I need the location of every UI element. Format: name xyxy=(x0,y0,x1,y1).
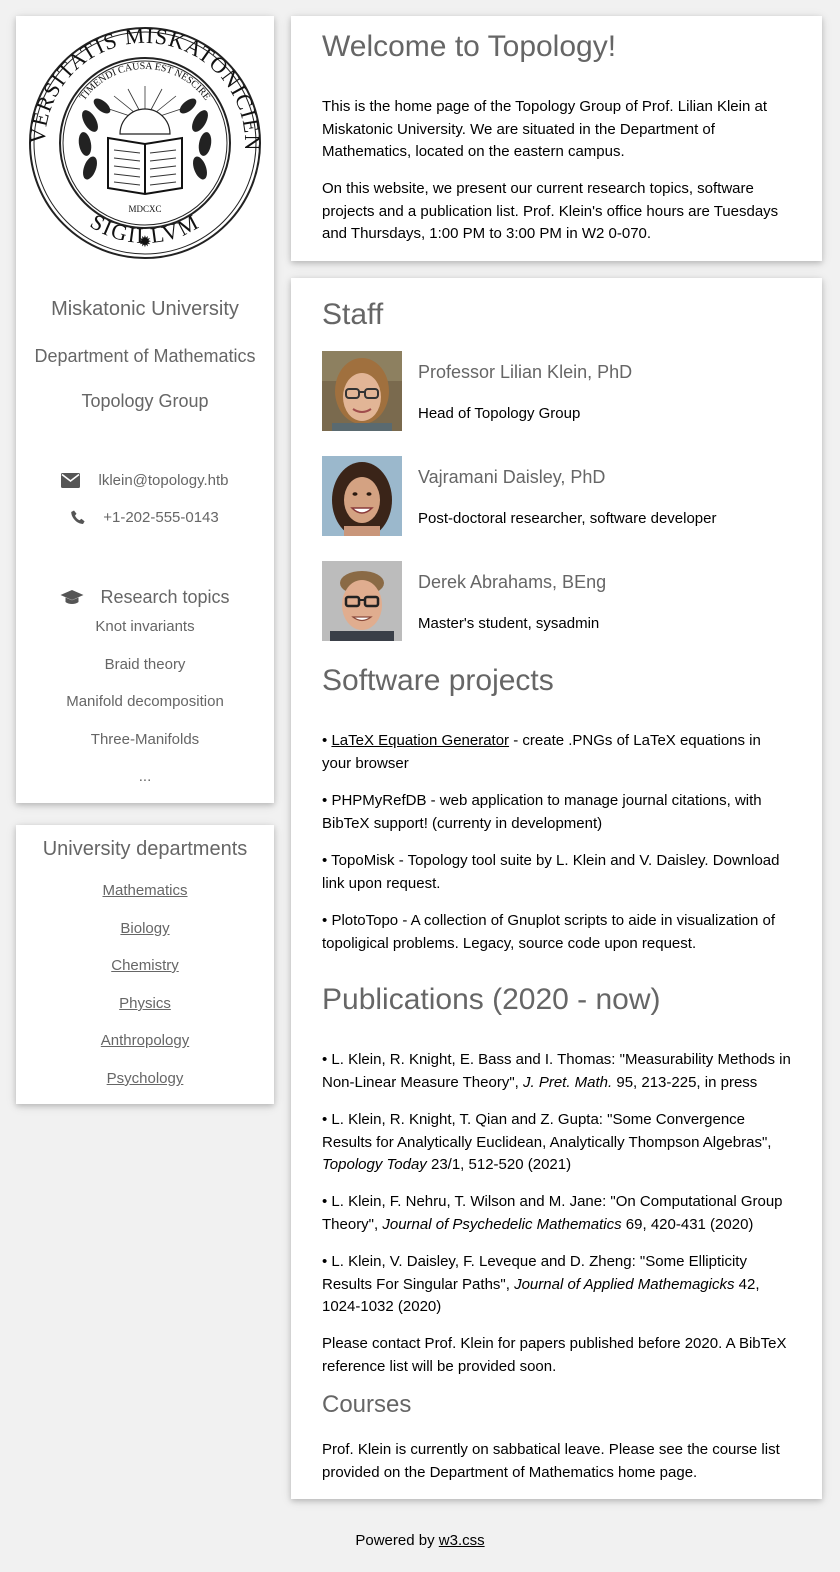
publication-details: 23/1, 512-520 (2021) xyxy=(426,1156,572,1173)
envelope-icon xyxy=(61,473,81,488)
departments-card: University departments Mathematics Biolo… xyxy=(16,825,274,1104)
dept-link-physics[interactable]: Physics xyxy=(16,995,274,1012)
university-seal-logo: UNIVERSITATIS MISKATONICIENSIS SIGILLVM … xyxy=(28,26,262,259)
graduation-cap-icon xyxy=(60,590,84,604)
footer: Powered by w3.css xyxy=(0,1532,840,1549)
publication-details: 95, 213-225, in press xyxy=(612,1073,758,1091)
software-item-text: TopoMisk - Topology tool suite by L. Kle… xyxy=(322,852,780,892)
staff-role: Head of Topology Group xyxy=(418,405,581,422)
bullet: • xyxy=(322,732,328,749)
dept-link-mathematics[interactable]: Mathematics xyxy=(16,882,274,899)
topic-item: Manifold decomposition xyxy=(66,693,224,710)
software-item: • TopoMisk - Topology tool suite by L. K… xyxy=(322,850,792,895)
topic-item: Knot invariants xyxy=(95,618,195,635)
staff-role: Post-doctoral researcher, software devel… xyxy=(418,510,717,527)
topic-item: Three-Manifolds xyxy=(90,731,200,748)
latex-equation-generator-link[interactable]: LaTeX Equation Generator xyxy=(331,732,509,749)
publication-authors-title: • L. Klein, R. Knight, T. Qian and Z. Gu… xyxy=(322,1111,772,1151)
dept-link-biology[interactable]: Biology xyxy=(16,920,274,937)
dept-link-anthropology[interactable]: Anthropology xyxy=(16,1032,274,1049)
publications-heading: Publications (2020 - now) xyxy=(322,983,661,1016)
svg-text:✹: ✹ xyxy=(138,234,151,251)
research-topics-label: Research topics xyxy=(100,587,230,607)
research-topics-heading: Research topics xyxy=(16,587,274,608)
software-item: • PlotoTopo - A collection of Gnuplot sc… xyxy=(322,910,792,955)
publication-journal: Journal of Applied Mathemagicks xyxy=(514,1275,735,1293)
svg-text:MDCXC: MDCXC xyxy=(128,204,161,214)
publication-details: 69, 420-431 (2020) xyxy=(621,1215,754,1233)
welcome-card: Welcome to Topology! This is the home pa… xyxy=(291,16,822,261)
software-item-text: PHPMyRefDB - web application to manage j… xyxy=(322,792,762,832)
welcome-title: Welcome to Topology! xyxy=(322,30,617,63)
w3css-link[interactable]: w3.css xyxy=(439,1532,485,1549)
courses-text: Prof. Klein is currently on sabbatical l… xyxy=(322,1441,780,1481)
staff-name: Vajramani Daisley, PhD xyxy=(418,467,606,487)
software-heading: Software projects xyxy=(322,664,554,697)
publications-note: Please contact Prof. Klein for papers pu… xyxy=(322,1335,787,1375)
sidebar-card: UNIVERSITATIS MISKATONICIENSIS SIGILLVM … xyxy=(16,16,274,803)
software-item: • PHPMyRefDB - web application to manage… xyxy=(322,790,792,835)
department-name: Department of Mathematics xyxy=(34,346,256,366)
staff-role: Master's student, sysadmin xyxy=(418,615,600,632)
dept-link-psychology[interactable]: Psychology xyxy=(16,1070,274,1087)
bullet: • xyxy=(322,792,328,809)
welcome-paragraph: This is the home page of the Topology Gr… xyxy=(322,98,767,160)
contact-phone: +1-202-555-0143 xyxy=(16,509,274,526)
publication-item: • L. Klein, R. Knight, E. Bass and I. Th… xyxy=(322,1049,792,1094)
software-item: • LaTeX Equation Generator - create .PNG… xyxy=(322,730,792,775)
publication-item: • L. Klein, R. Knight, T. Qian and Z. Gu… xyxy=(322,1109,792,1177)
staff-photo-daisley xyxy=(322,456,402,536)
footer-prefix: Powered by xyxy=(355,1532,439,1549)
courses-heading: Courses xyxy=(322,1391,412,1418)
bullet: • xyxy=(322,852,328,869)
departments-heading: University departments xyxy=(42,838,248,860)
software-item-text: PlotoTopo - A collection of Gnuplot scri… xyxy=(322,912,776,952)
bullet: • xyxy=(322,912,328,929)
topic-item: ... xyxy=(138,768,152,785)
main-card: Staff Professor Lilian Klein, PhD Head o… xyxy=(291,278,822,1499)
topic-item: Braid theory xyxy=(104,656,186,673)
welcome-paragraph: On this website, we present our current … xyxy=(322,180,779,242)
publication-item: • L. Klein, F. Nehru, T. Wilson and M. J… xyxy=(322,1191,792,1236)
dept-link-chemistry[interactable]: Chemistry xyxy=(16,957,274,974)
contact-email: lklein@topology.htb xyxy=(16,472,274,489)
phone-text: +1-202-555-0143 xyxy=(103,509,219,526)
staff-photo-abrahams xyxy=(322,561,402,641)
publication-journal: J. Pret. Math. xyxy=(522,1073,613,1091)
university-name: Miskatonic University xyxy=(51,298,239,320)
phone-icon xyxy=(71,510,85,524)
staff-name: Professor Lilian Klein, PhD xyxy=(418,362,633,382)
email-text: lklein@topology.htb xyxy=(98,472,229,489)
staff-photo-klein xyxy=(322,351,402,431)
staff-name: Derek Abrahams, BEng xyxy=(418,572,607,592)
publication-journal: Topology Today xyxy=(322,1156,427,1173)
publication-journal: Journal of Psychedelic Mathematics xyxy=(382,1215,622,1233)
publication-item: • L. Klein, V. Daisley, F. Leveque and D… xyxy=(322,1251,792,1319)
staff-heading: Staff xyxy=(322,298,384,331)
group-name: Topology Group xyxy=(81,391,209,411)
